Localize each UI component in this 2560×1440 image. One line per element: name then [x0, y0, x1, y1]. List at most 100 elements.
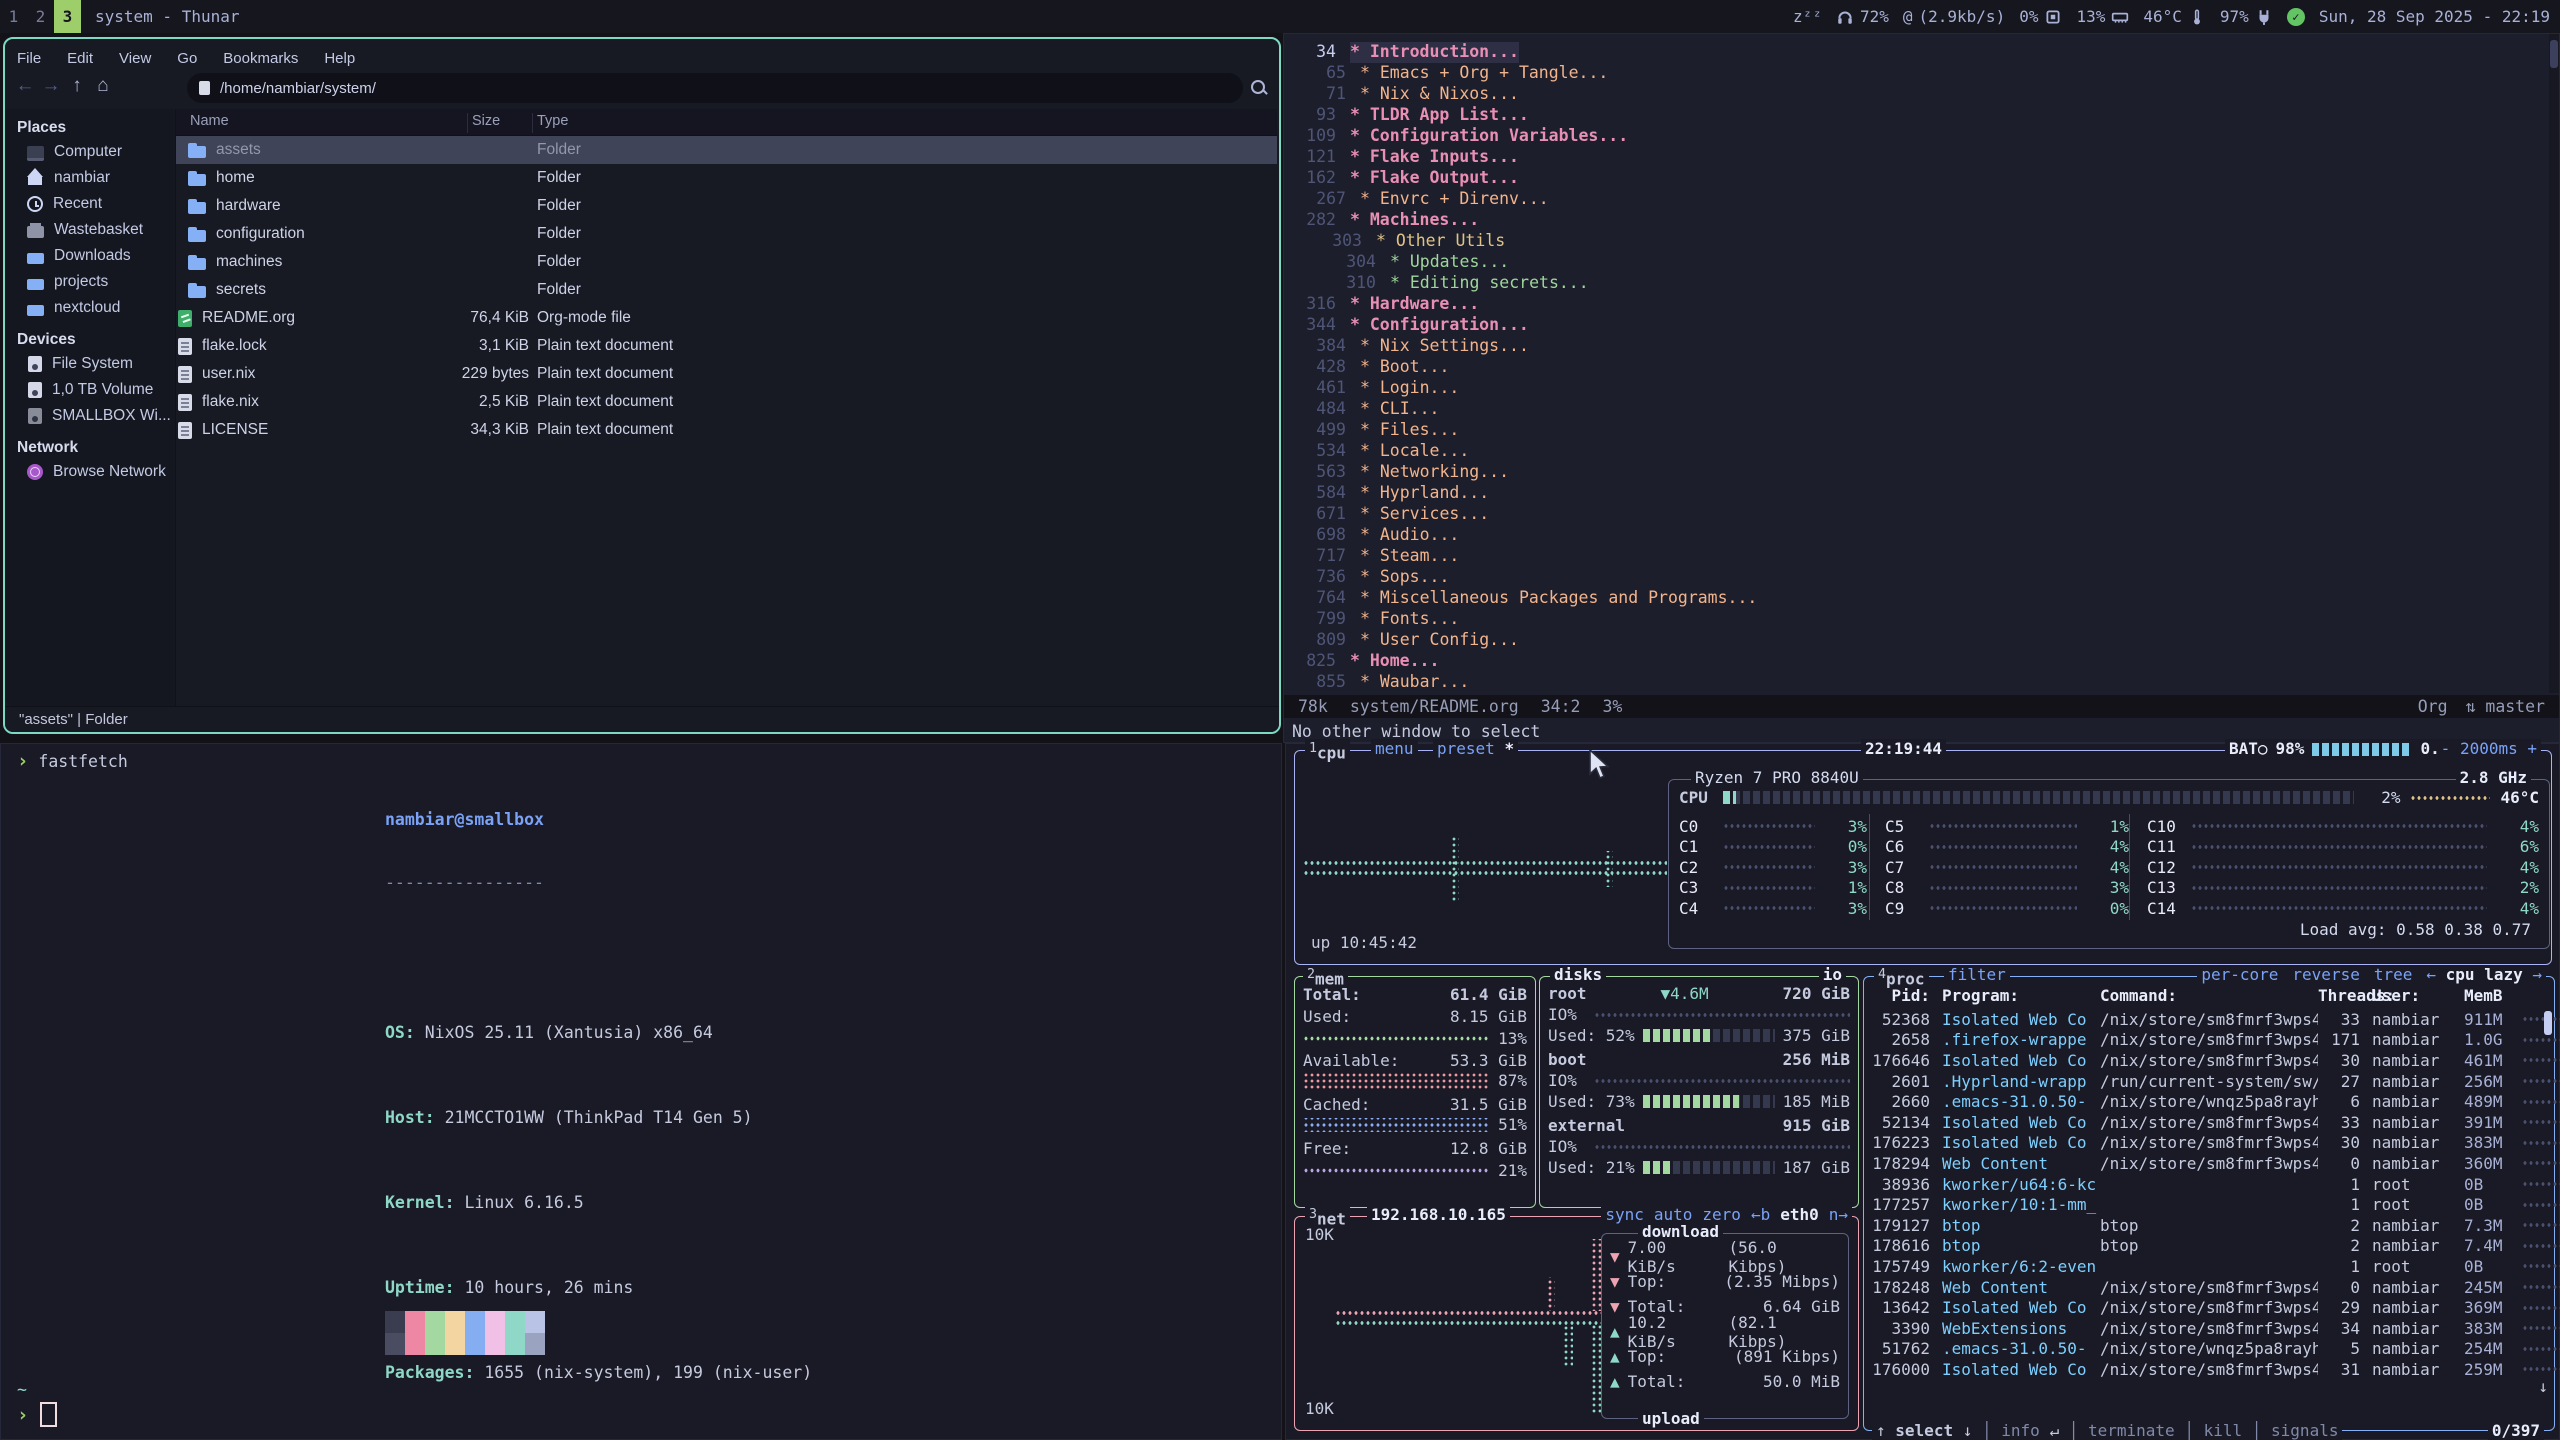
org-heading-line[interactable]: 303 * Other Utils [1284, 231, 2547, 252]
sidebar-item-computer[interactable]: Computer [5, 139, 175, 165]
sidebar-item-1-0-tb-volume[interactable]: 1,0 TB Volume [5, 377, 175, 403]
file-row[interactable]: hardware Folder [176, 192, 1277, 220]
next-iface-button[interactable]: n→ [1829, 1205, 1848, 1225]
prev-iface-button[interactable]: ←b [1751, 1205, 1770, 1225]
process-row[interactable]: 175749 kworker/6:2-even 1 root 0B 0.0 [1872, 1256, 2560, 1277]
org-heading-line[interactable]: 484 * CLI... [1284, 399, 2547, 420]
org-heading-line[interactable]: 717 * Steam... [1284, 546, 2547, 567]
sidebar-item-recent[interactable]: Recent [5, 191, 175, 217]
terminal-window[interactable]: › fastfetch nambiar@smallbox -----------… [0, 743, 1282, 1440]
file-row[interactable]: LICENSE 34,3 KiB Plain text document [176, 416, 1277, 444]
menu-item[interactable]: View [119, 50, 151, 67]
sort-right-button[interactable]: → [2532, 965, 2542, 984]
org-heading-line[interactable]: 428 * Boot... [1284, 357, 2547, 378]
back-button[interactable]: ← [13, 75, 37, 97]
process-row[interactable]: 52134 Isolated Web Co /nix/store/sm8fmrf… [1872, 1112, 2560, 1133]
io-tab[interactable]: io [1819, 965, 1846, 985]
column-name[interactable]: Name [190, 113, 229, 129]
file-row[interactable]: secrets Folder [176, 276, 1277, 304]
org-heading-line[interactable]: 825 * Home... [1284, 651, 2547, 672]
menu-button[interactable]: menu [1371, 739, 1418, 759]
menu-item[interactable]: File [17, 50, 41, 67]
process-row[interactable]: 13642 Isolated Web Co /nix/store/sm8fmrf… [1872, 1297, 2560, 1318]
per-core-button[interactable]: per-core [2201, 965, 2278, 985]
org-heading-line[interactable]: 344 * Configuration... [1284, 315, 2547, 336]
org-heading-line[interactable]: 671 * Services... [1284, 504, 2547, 525]
process-row[interactable]: 178616 btop btop 2 nambiar 7.4M 0.0 [1872, 1236, 2560, 1257]
org-heading-line[interactable]: 799 * Fonts... [1284, 609, 2547, 630]
org-heading-line[interactable]: 121 * Flake Inputs... [1284, 147, 2547, 168]
org-heading-line[interactable]: 65 * Emacs + Org + Tangle... [1284, 63, 2547, 84]
updates-check-icon[interactable]: ✓ [2287, 8, 2305, 26]
org-heading-line[interactable]: 310 * Editing secrets... [1284, 273, 2547, 294]
org-heading-line[interactable]: 71 * Nix & Nixos... [1284, 84, 2547, 105]
org-heading-line[interactable]: 855 * Waubar... [1284, 672, 2547, 693]
menu-item[interactable]: Bookmarks [223, 50, 298, 67]
file-row[interactable]: assets Folder [176, 136, 1277, 164]
column-size[interactable]: Size [472, 113, 500, 129]
process-row[interactable]: 179127 btop btop 2 nambiar 7.3M 0.0 [1872, 1215, 2560, 1236]
process-row[interactable]: 176646 Isolated Web Co /nix/store/sm8fmr… [1872, 1050, 2560, 1071]
process-row[interactable]: 176000 Isolated Web Co /nix/store/sm8fmr… [1872, 1359, 2560, 1380]
cpu-module[interactable]: 0% [2019, 7, 2062, 26]
volume-module[interactable]: 72% [1836, 7, 1889, 26]
proc-footer-keys[interactable]: ↑ select ↓ │ info ↵ │ terminate │ kill │… [1872, 1421, 2342, 1440]
process-row[interactable]: 51762 .emacs-31.0.50- /nix/store/wnqz5pa… [1872, 1339, 2560, 1360]
file-row[interactable]: user.nix 229 bytes Plain text document [176, 360, 1277, 388]
org-heading-line[interactable]: 764 * Miscellaneous Packages and Program… [1284, 588, 2547, 609]
org-heading-line[interactable]: 93 * TLDR App List... [1284, 105, 2547, 126]
clock-date[interactable]: Sun, 28 Sep 2025 - 22:19 [2319, 7, 2550, 26]
process-row[interactable]: 178248 Web Content /nix/store/sm8fmrf3wp… [1872, 1277, 2560, 1298]
process-row[interactable]: 178294 Web Content /nix/store/sm8fmrf3wp… [1872, 1153, 2560, 1174]
file-row[interactable]: home Folder [176, 164, 1277, 192]
temperature-module[interactable]: 46°C [2143, 7, 2206, 26]
sidebar-item-projects[interactable]: projects [5, 269, 175, 295]
file-row[interactable]: machines Folder [176, 248, 1277, 276]
org-heading-line[interactable]: 162 * Flake Output... [1284, 168, 2547, 189]
up-button[interactable]: ↑ [65, 75, 89, 97]
process-row[interactable]: 177257 kworker/10:1-mm_ 1 root 0B 0.0 [1872, 1194, 2560, 1215]
sidebar-item-wastebasket[interactable]: Wastebasket [5, 217, 175, 243]
org-heading-line[interactable]: 282 * Machines... [1284, 210, 2547, 231]
org-heading-line[interactable]: 304 * Updates... [1284, 252, 2547, 273]
tree-button[interactable]: tree [2374, 965, 2413, 985]
update-interval-control[interactable]: - 2000ms + [2437, 739, 2541, 759]
home-button[interactable]: ⌂ [91, 75, 115, 97]
network-module[interactable]: @ (2.9kb/s) [1903, 7, 2005, 26]
scrollbar[interactable] [2549, 34, 2559, 693]
org-heading-line[interactable]: 563 * Networking... [1284, 462, 2547, 483]
file-row[interactable]: README.org 76,4 KiB Org-mode file [176, 304, 1277, 332]
file-row[interactable]: flake.nix 2,5 KiB Plain text document [176, 388, 1277, 416]
org-heading-line[interactable]: 34 * Introduction... [1284, 42, 2547, 63]
workspace-3-active[interactable]: 3 [54, 0, 81, 33]
org-heading-line[interactable]: 384 * Nix Settings... [1284, 336, 2547, 357]
org-heading-line[interactable]: 267 * Envrc + Direnv... [1284, 189, 2547, 210]
menu-item[interactable]: Help [324, 50, 355, 67]
column-headers[interactable]: Name Size Type [176, 109, 1277, 136]
battery-module[interactable]: 97% [2220, 7, 2273, 26]
org-heading-line[interactable]: 698 * Audio... [1284, 525, 2547, 546]
process-row[interactable]: 3390 WebExtensions /nix/store/sm8fmrf3wp… [1872, 1318, 2560, 1339]
sidebar-item-nextcloud[interactable]: nextcloud [5, 295, 175, 321]
reverse-button[interactable]: reverse [2292, 965, 2359, 985]
forward-button[interactable]: → [39, 75, 63, 97]
process-row[interactable]: 2658 .firefox-wrappe /nix/store/sm8fmrf3… [1872, 1030, 2560, 1051]
org-heading-line[interactable]: 109 * Configuration Variables... [1284, 126, 2547, 147]
process-row[interactable]: 2660 .emacs-31.0.50- /nix/store/wnqz5pa8… [1872, 1091, 2560, 1112]
process-row[interactable]: 176223 Isolated Web Co /nix/store/sm8fmr… [1872, 1133, 2560, 1154]
sidebar-item-downloads[interactable]: Downloads [5, 243, 175, 269]
disks-panel-title[interactable]: disks [1550, 965, 1606, 985]
process-row[interactable]: 52368 Isolated Web Co /nix/store/sm8fmrf… [1872, 1009, 2560, 1030]
memory-module[interactable]: 13% [2076, 7, 2129, 26]
shell-prompt[interactable]: › [17, 1402, 57, 1427]
path-bar[interactable]: /home/nambiar/system/ [187, 73, 1243, 103]
proc-header[interactable]: Pid: Program: Command: Threads: User: Me… [1872, 985, 2536, 1006]
process-row[interactable]: 38936 kworker/u64:6-kc 1 root 0B 0.0 [1872, 1174, 2560, 1195]
org-heading-line[interactable]: 316 * Hardware... [1284, 294, 2547, 315]
workspace-1[interactable]: 1 [0, 0, 27, 33]
org-heading-line[interactable]: 736 * Sops... [1284, 567, 2547, 588]
idle-inhibitor[interactable]: zᶻᶻ [1793, 7, 1822, 26]
filter-button[interactable]: filter [1944, 965, 2010, 985]
file-row[interactable]: flake.lock 3,1 KiB Plain text document [176, 332, 1277, 360]
sidebar-item-browse-network[interactable]: Browse Network [5, 459, 175, 485]
